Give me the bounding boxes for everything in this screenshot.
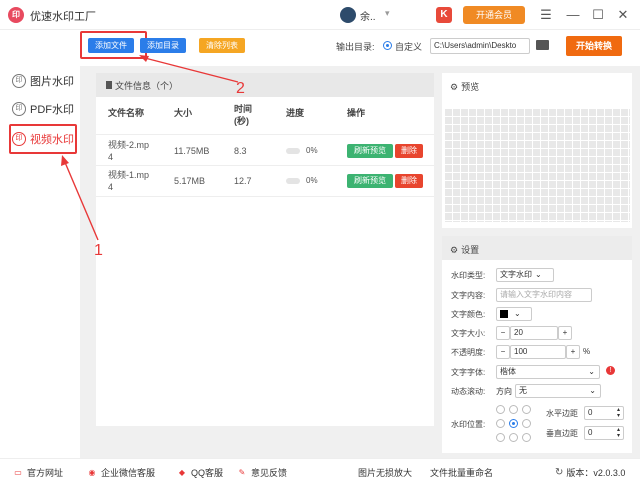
annotation-label-2: 2: [236, 80, 245, 97]
annotation-arrow-2: [140, 56, 239, 83]
arrowhead-2: [139, 55, 149, 62]
arrowhead-1: [61, 155, 69, 166]
annotation-arrow-1: [63, 159, 99, 241]
annotation-label-1: 1: [94, 242, 103, 259]
